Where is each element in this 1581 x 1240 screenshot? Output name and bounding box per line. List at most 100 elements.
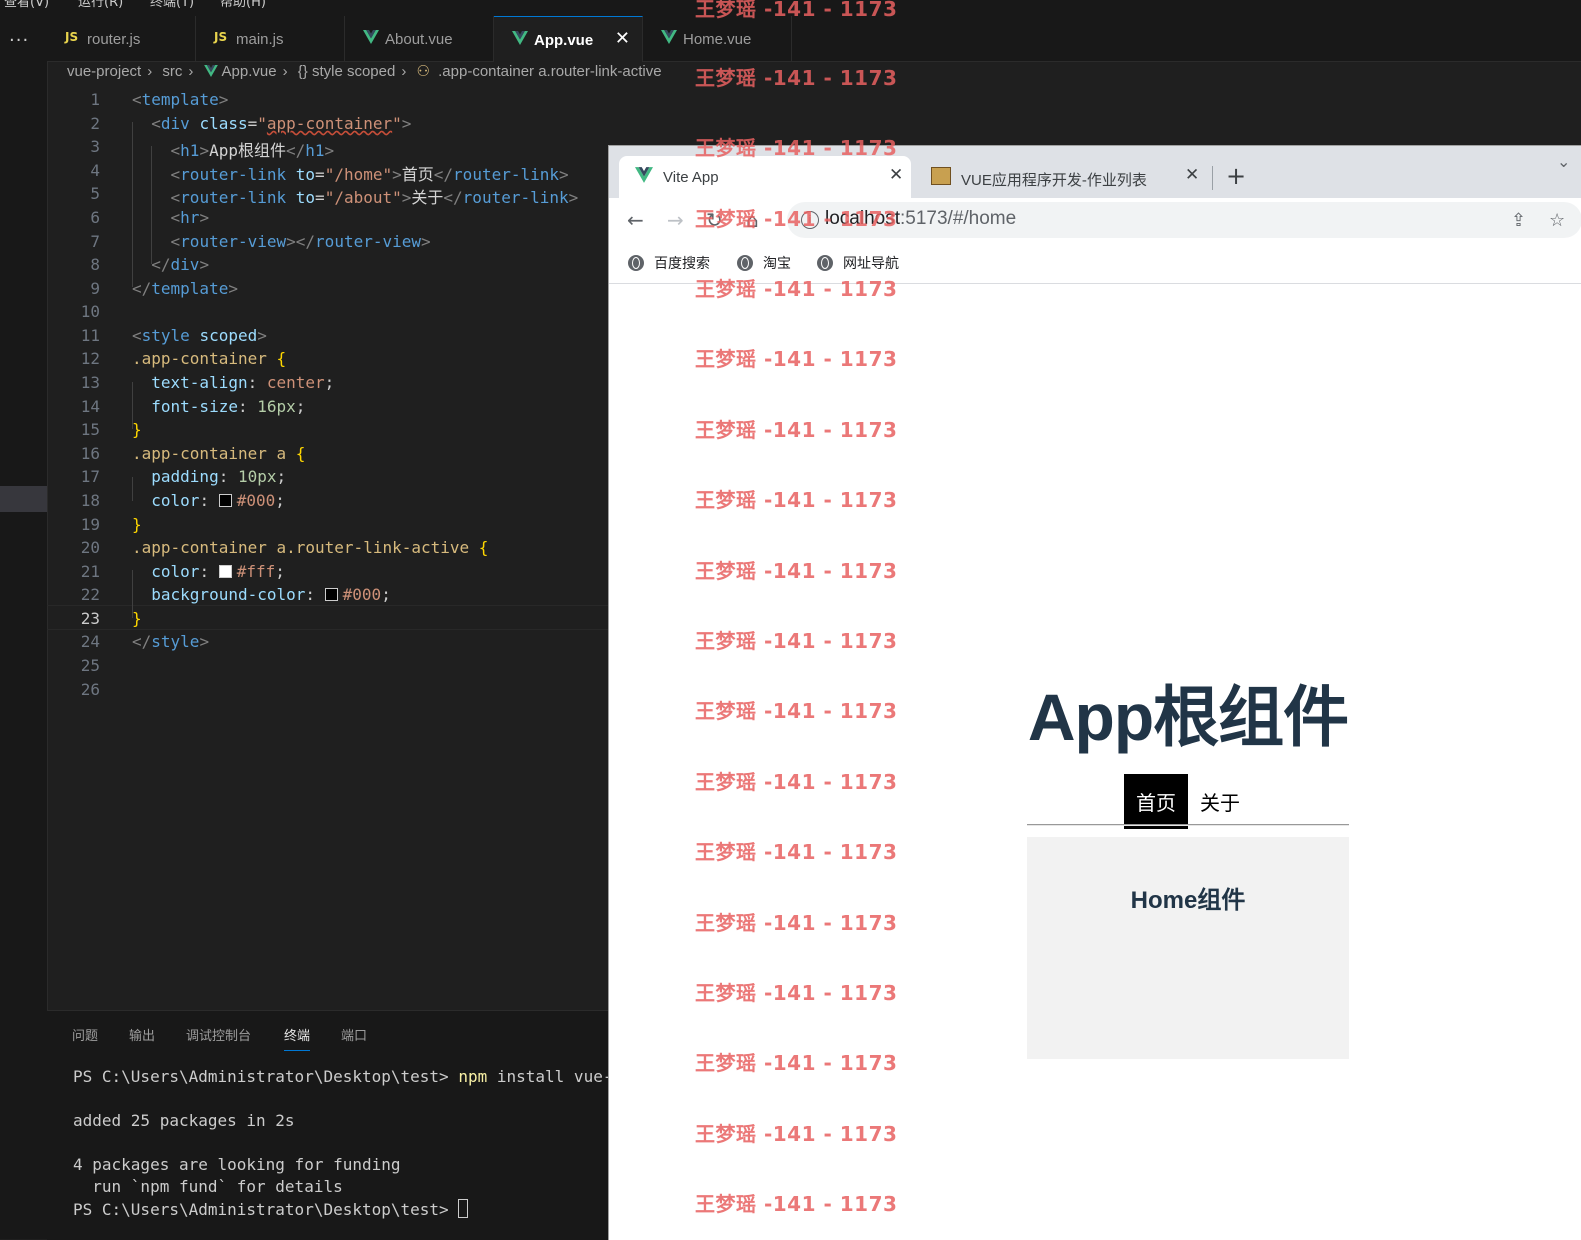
selector-icon: ⚇ (416, 63, 430, 80)
line-number: 25 (80, 656, 100, 675)
tab-label: App.vue (534, 32, 594, 49)
watermark-text: 王梦瑶 -141 - 1173 (695, 418, 898, 442)
watermark-text: 王梦瑶 -141 - 1173 (695, 1051, 898, 1075)
star-icon[interactable]: ☆ (1549, 210, 1565, 231)
tab-problems[interactable]: 问题 (72, 1025, 98, 1044)
close-icon[interactable]: ✕ (615, 28, 630, 49)
line-number: 14 (80, 397, 100, 416)
tab-main-js[interactable]: JS main.js (196, 16, 345, 61)
bookmark-item[interactable]: 网址导航 (817, 253, 899, 273)
menu-run[interactable]: 运行(R) (78, 0, 123, 10)
code-line: } (132, 515, 142, 534)
code-line: <router-view></router-view> (170, 232, 431, 251)
menu-terminal[interactable]: 终端(T) (150, 0, 194, 10)
forward-icon[interactable]: → (667, 208, 684, 232)
close-tab-icon[interactable]: ✕ (1185, 165, 1199, 185)
share-icon[interactable]: ⇪ (1511, 210, 1526, 231)
color-swatch[interactable] (218, 565, 232, 578)
code-line: </div> (151, 255, 210, 274)
bookmark-item[interactable]: 淘宝 (737, 253, 791, 273)
breadcrumb-item[interactable]: vue-project (67, 63, 141, 80)
line-number: 7 (90, 232, 100, 251)
line-number: 20 (80, 538, 100, 557)
tab-debug-console[interactable]: 调试控制台 (186, 1025, 251, 1044)
address-bar[interactable]: i localhost:5173/#/home (787, 202, 1581, 238)
terminal-line: 4 packages are looking for funding (73, 1155, 401, 1174)
tab-separator (1212, 166, 1213, 190)
tab-output[interactable]: 输出 (129, 1025, 155, 1044)
breadcrumb-item[interactable]: App.vue (222, 63, 277, 80)
vue-file-icon (363, 30, 379, 44)
color-swatch[interactable] (218, 494, 232, 507)
line-number: 22 (80, 585, 100, 604)
watermark-text: 王梦瑶 -141 - 1173 (695, 66, 898, 90)
code-line: </style> (132, 632, 210, 651)
chevron-right-icon: › (188, 63, 194, 80)
home-component: Home组件 (1027, 837, 1349, 1059)
back-icon[interactable]: ← (627, 208, 644, 232)
breadcrumb-item[interactable]: src (162, 63, 182, 80)
watermark-text: 王梦瑶 -141 - 1173 (695, 1192, 898, 1216)
line-number: 11 (80, 326, 100, 345)
line-number: 13 (80, 373, 100, 392)
menu-help[interactable]: 帮助(H) (220, 0, 266, 10)
tab-label: About.vue (385, 31, 453, 48)
close-tab-icon[interactable]: ✕ (889, 165, 903, 185)
breadcrumb-item[interactable]: .app-container a.router-link-active (438, 63, 661, 80)
line-number-current: 23 (80, 609, 100, 628)
chevron-down-icon[interactable]: ⌄ (1557, 152, 1570, 171)
tab-ports[interactable]: 端口 (341, 1025, 367, 1044)
bookmark-label: 淘宝 (763, 255, 791, 271)
watermark-text: 王梦瑶 -141 - 1173 (695, 559, 898, 583)
site-favicon-icon (931, 167, 951, 185)
bottom-panel: 问题 输出 调试控制台 终端 端口 PS C:\Users\Administra… (47, 1010, 670, 1240)
terminal-prompt: PS C:\Users\Administrator\Desktop\test> (73, 1200, 449, 1219)
watermark-text: 王梦瑶 -141 - 1173 (695, 347, 898, 371)
tab-app-vue[interactable]: App.vue ✕ (494, 16, 643, 62)
line-number: 15 (80, 420, 100, 439)
terminal-command: npm (458, 1067, 488, 1086)
terminal-line: added 25 packages in 2s (73, 1111, 295, 1130)
line-number: 12 (80, 349, 100, 368)
bookmark-label: 百度搜索 (654, 255, 710, 271)
breadcrumb-item[interactable]: {} style scoped (298, 63, 396, 80)
editor-tab-bar: JS router.js JS main.js About.vue App.vu… (47, 16, 1581, 62)
browser-tab-vite-app[interactable]: Vite App ✕ (619, 156, 911, 198)
code-line: <hr> (170, 208, 210, 227)
code-line: .app-container a { (132, 444, 306, 463)
line-number: 16 (80, 444, 100, 463)
code-line: text-align: center; (151, 373, 335, 392)
code-editor[interactable]: 1 <template> 2 <div class="app-container… (47, 88, 608, 1008)
tab-router-js[interactable]: JS router.js (47, 16, 196, 61)
globe-icon (737, 255, 753, 271)
menu-view[interactable]: 查看(V) (4, 0, 49, 10)
line-number: 19 (80, 515, 100, 534)
tab-label: Home.vue (683, 31, 752, 48)
code-line: <div class="app-container"> (151, 114, 412, 133)
browser-tab-homework[interactable]: VUE应用程序开发-作业列表 ✕ (915, 156, 1207, 198)
bookmark-item[interactable]: 百度搜索 (628, 253, 710, 273)
activity-bar: ··· (0, 16, 48, 1239)
tab-home-vue[interactable]: Home.vue (643, 16, 792, 61)
bookmark-label: 网址导航 (843, 255, 899, 271)
tab-about-vue[interactable]: About.vue (345, 16, 494, 61)
home-heading: Home组件 (1130, 887, 1246, 914)
code-line: <style scoped> (132, 326, 267, 345)
vue-file-icon (661, 30, 677, 44)
tab-terminal[interactable]: 终端 (284, 1025, 311, 1051)
code-line: background-color: #000; (151, 585, 391, 604)
watermark-text: 王梦瑶 -141 - 1173 (695, 136, 898, 160)
more-icon[interactable]: ··· (9, 30, 29, 51)
code-line: </template> (132, 279, 238, 298)
new-tab-button[interactable]: + (1226, 162, 1246, 190)
line-number: 6 (90, 208, 100, 227)
nav-link-home[interactable]: 首页 (1124, 774, 1188, 829)
color-swatch[interactable] (324, 588, 338, 601)
code-line: color: #000; (151, 491, 285, 510)
watermark-text: 王梦瑶 -141 - 1173 (695, 840, 898, 864)
code-line: color: #fff; (151, 562, 285, 581)
nav-link-about[interactable]: 关于 (1188, 774, 1252, 829)
terminal-line[interactable]: PS C:\Users\Administrator\Desktop\test> (73, 1199, 469, 1219)
globe-icon (628, 255, 644, 271)
watermark-text: 王梦瑶 -141 - 1173 (695, 770, 898, 794)
